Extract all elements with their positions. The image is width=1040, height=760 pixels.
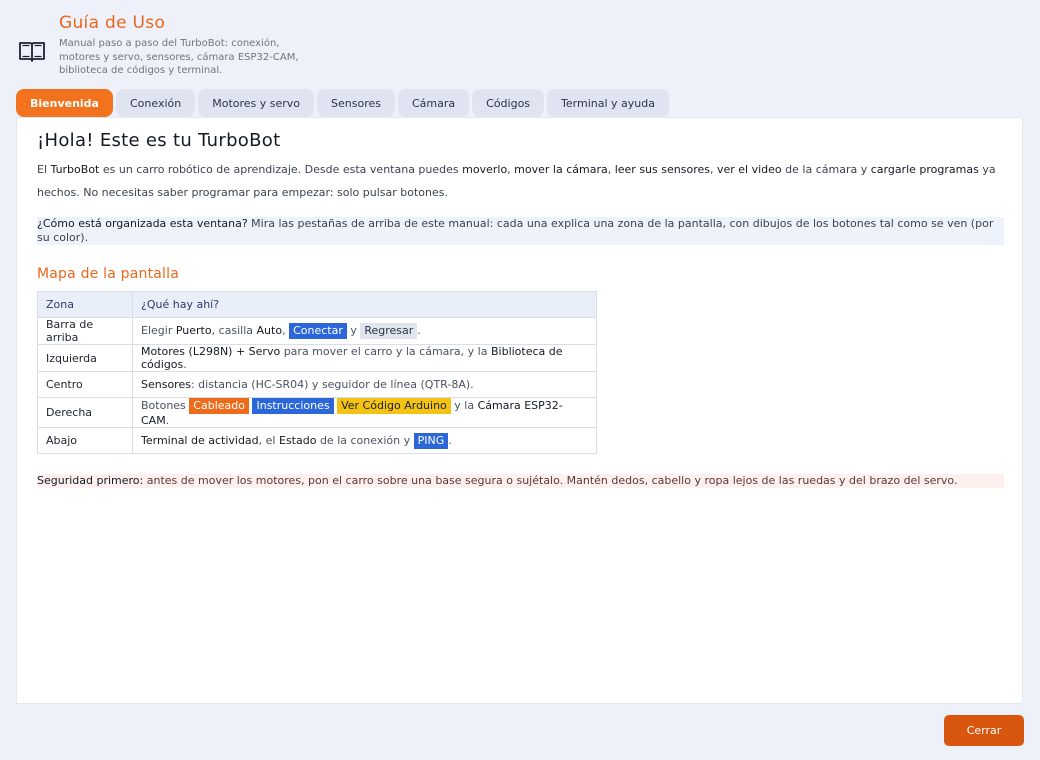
tab-sensores[interactable]: Sensores: [317, 89, 395, 117]
wiring-button-sample: Cableado: [189, 398, 249, 414]
tab-motores-servo[interactable]: Motores y servo: [198, 89, 315, 117]
table-row: Barra de arriba Elegir Puerto, casilla A…: [37, 317, 597, 345]
description-cell: Botones Cableado Instrucciones Ver Códig…: [132, 397, 597, 428]
map-heading: Mapa de la pantalla: [37, 266, 180, 282]
table-row: Abajo Terminal de actividad, el Estado d…: [37, 427, 597, 454]
description-cell: Elegir Puerto, casilla Auto, Conectar y …: [132, 317, 597, 345]
instructions-button-sample: Instrucciones: [252, 398, 334, 414]
zone-cell: Derecha: [37, 397, 133, 428]
guide-header: Guía de Uso Manual paso a paso del Turbo…: [18, 12, 309, 78]
organization-note: ¿Cómo está organizada esta ventana? Mira…: [37, 217, 1004, 245]
zone-cell: Izquierda: [37, 344, 133, 372]
table-header-row: Zona ¿Qué hay ahí?: [37, 291, 597, 318]
ping-button-sample: PING: [413, 432, 449, 449]
book-icon: [19, 42, 45, 62]
close-button[interactable]: Cerrar: [944, 715, 1024, 746]
table-row: Derecha Botones Cableado Instrucciones V…: [37, 397, 597, 428]
tab-codigos[interactable]: Códigos: [472, 89, 545, 117]
tab-bar: Bienvenida Conexión Motores y servo Sens…: [16, 89, 669, 117]
content-panel: ¡Hola! Este es tu TurboBot El TurboBot e…: [16, 117, 1023, 704]
safety-note: Seguridad primero: antes de mover los mo…: [37, 474, 1004, 488]
column-header-zone: Zona: [37, 291, 133, 318]
welcome-heading: ¡Hola! Este es tu TurboBot: [37, 130, 281, 151]
page-title: Guía de Uso: [59, 13, 166, 33]
page-subtitle: Manual paso a paso del TurboBot: conexió…: [59, 38, 299, 76]
back-button-sample: Regresar: [360, 323, 418, 339]
zone-cell: Centro: [37, 371, 133, 398]
zone-cell: Abajo: [37, 427, 133, 454]
tab-terminal-ayuda[interactable]: Terminal y ayuda: [547, 89, 669, 117]
screen-map-table: Zona ¿Qué hay ahí? Barra de arriba Elegi…: [37, 291, 597, 454]
tab-camara[interactable]: Cámara: [398, 89, 470, 117]
column-header-what: ¿Qué hay ahí?: [132, 291, 597, 318]
description-cell: Motores (L298N) + Servo para mover el ca…: [132, 344, 597, 372]
description-cell: Sensores: distancia (HC-SR04) y seguidor…: [132, 371, 597, 398]
intro-paragraph: El TurboBot es un carro robótico de apre…: [37, 163, 996, 199]
arduino-code-button-sample: Ver Código Arduino: [337, 398, 451, 414]
table-row: Centro Sensores: distancia (HC-SR04) y s…: [37, 371, 597, 398]
table-row: Izquierda Motores (L298N) + Servo para m…: [37, 344, 597, 372]
zone-cell: Barra de arriba: [37, 317, 133, 345]
tab-conexion[interactable]: Conexión: [115, 89, 196, 117]
description-cell: Terminal de actividad, el Estado de la c…: [132, 427, 597, 454]
connect-button-sample: Conectar: [289, 323, 347, 339]
tab-bienvenida[interactable]: Bienvenida: [16, 89, 113, 117]
